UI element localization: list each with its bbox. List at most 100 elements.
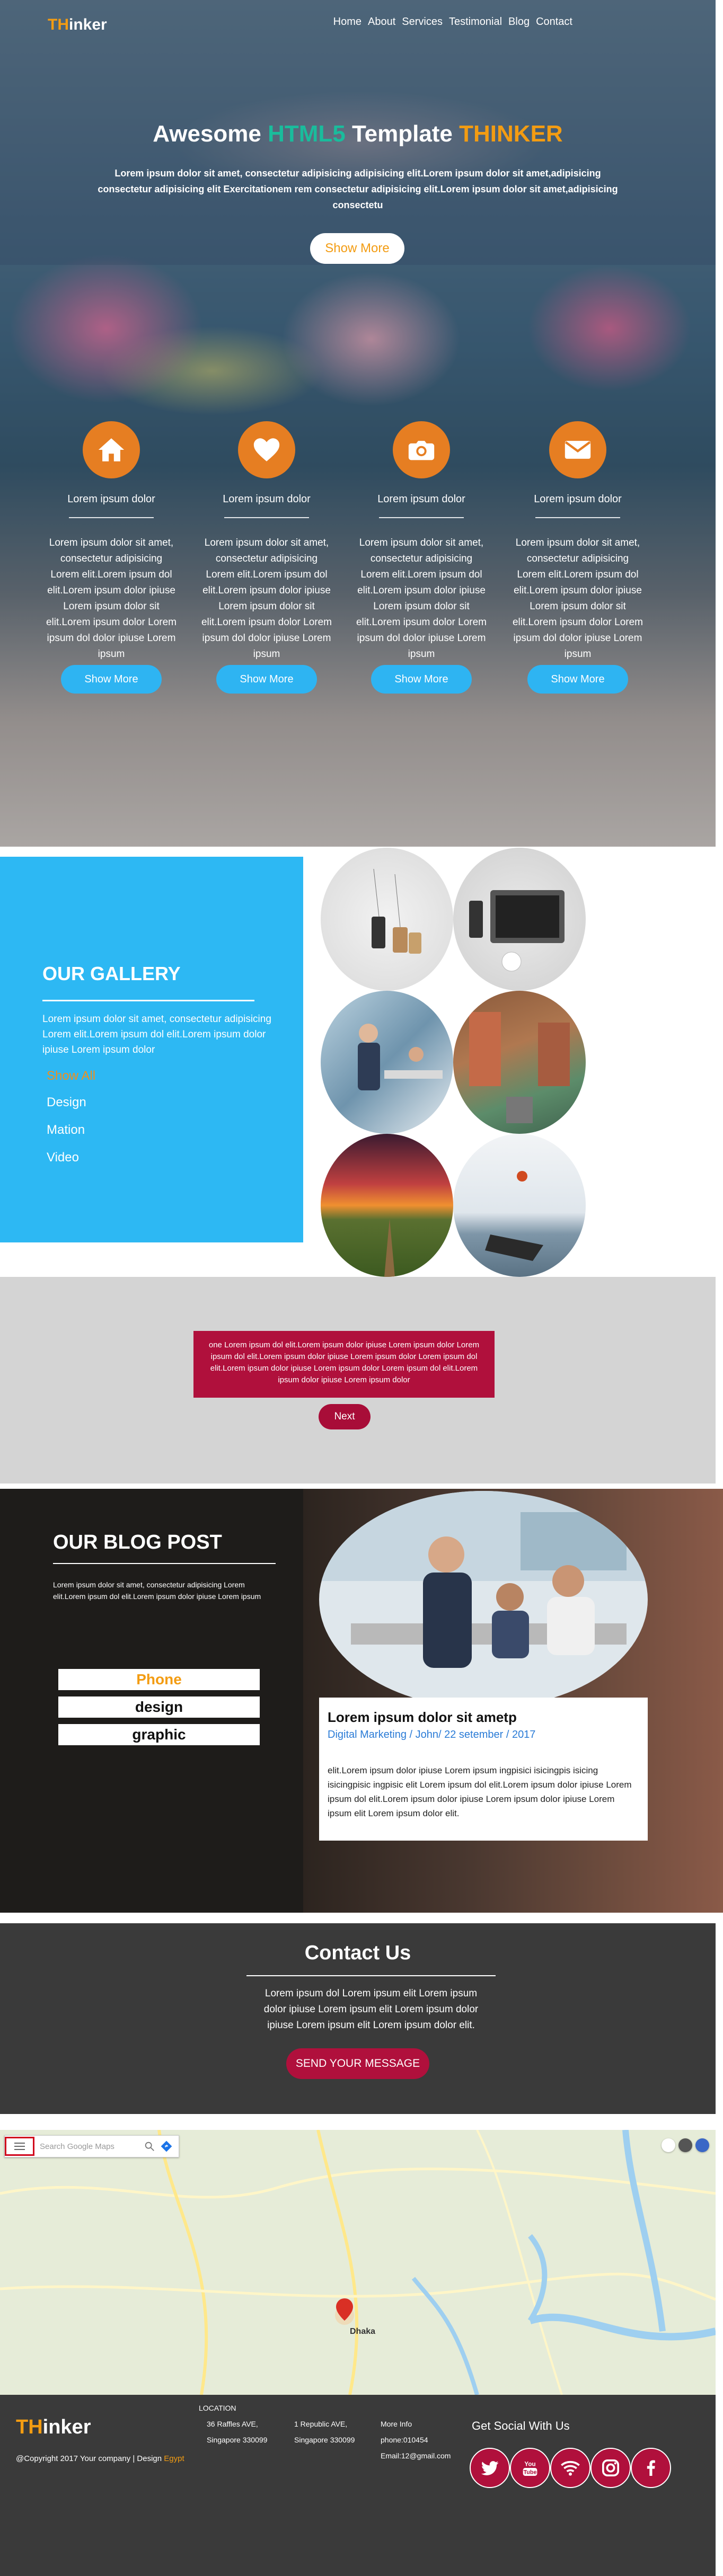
social-title: Get Social With Us xyxy=(472,2419,570,2432)
testimonial-quote: one Lorem ipsum dol elit.Lorem ipsum dol… xyxy=(193,1331,495,1398)
nav-contact[interactable]: Contact xyxy=(536,16,572,28)
feature-text: Lorem ipsum dolor sit amet, consectetur … xyxy=(201,537,332,660)
main-nav: Home About Services Testimonial Blog Con… xyxy=(333,16,572,28)
gallery-filter-design[interactable]: Design xyxy=(47,1095,86,1110)
camera-icon xyxy=(393,421,450,478)
nav-home[interactable]: Home xyxy=(333,16,362,28)
map-avatar[interactable] xyxy=(695,2138,709,2152)
map-apps-icon[interactable] xyxy=(662,2138,675,2152)
heart-icon xyxy=(238,421,295,478)
address-line: 1 Republic AVE, xyxy=(294,2420,348,2428)
blog-description: Lorem ipsum dolor sit amet, consectetur … xyxy=(53,1580,261,1601)
blog-post-card: Lorem ipsum dolor sit ametp Digital Mark… xyxy=(319,1698,648,1841)
blog-tag-graphic[interactable]: graphic xyxy=(58,1724,260,1745)
logo-accent: TH xyxy=(48,16,69,33)
map-canvas[interactable]: Dhaka xyxy=(0,2130,716,2395)
map-city-label: Dhaka xyxy=(350,2327,375,2336)
feature-text: Lorem ipsum dolor sit amet, consectetur … xyxy=(512,537,643,660)
gallery-filter-show-all[interactable]: Show All xyxy=(47,1069,95,1083)
map-menu-icon[interactable] xyxy=(5,2137,34,2156)
map-search-icon[interactable] xyxy=(144,2140,155,2152)
footer-logo-text: inker xyxy=(42,2416,91,2438)
gallery-section: OUR GALLERY Lorem ipsum dolor sit amet, … xyxy=(0,857,303,1242)
feature-card: Lorem ipsum dolor Lorem ipsum dolor sit … xyxy=(512,421,644,694)
more-info-label: More Info xyxy=(381,2420,412,2428)
blog-title: OUR BLOG POST xyxy=(53,1531,222,1553)
feature-show-more-button[interactable]: Show More xyxy=(216,665,317,694)
footer-copyright: @Copyright 2017 Your company | Design Eg… xyxy=(16,2454,184,2463)
feature-title: Lorem ipsum dolor xyxy=(223,493,311,505)
nav-about[interactable]: About xyxy=(368,16,395,28)
youtube-icon[interactable]: You Tube xyxy=(510,2448,550,2488)
gallery-image-laptop-sea[interactable] xyxy=(453,1134,586,1277)
blog-section: OUR BLOG POST Lorem ipsum dolor sit amet… xyxy=(0,1489,723,1913)
instagram-icon[interactable] xyxy=(590,2448,631,2488)
hero-title-html5: HTML5 xyxy=(268,121,346,147)
gallery-filter-mation[interactable]: Mation xyxy=(47,1123,85,1138)
feature-show-more-button[interactable]: Show More xyxy=(61,665,162,694)
gallery-image-laptop[interactable] xyxy=(453,848,586,991)
feature-card: Lorem ipsum dolor Lorem ipsum dolor sit … xyxy=(200,421,333,694)
blog-post-title[interactable]: Lorem ipsum dolor sit ametp xyxy=(328,1709,639,1726)
feature-card: Lorem ipsum dolor Lorem ipsum dolor sit … xyxy=(355,421,488,694)
footer-address-2: 1 Republic AVE, Singapore 330099 xyxy=(294,2416,355,2448)
footer-logo-accent: TH xyxy=(16,2416,43,2438)
gallery-image-street[interactable] xyxy=(453,991,586,1134)
logo[interactable]: THinker xyxy=(48,16,107,34)
gallery-title: OUR GALLERY xyxy=(42,963,181,984)
location-label: LOCATION xyxy=(199,2404,236,2412)
map-search-input[interactable]: Search Google Maps xyxy=(40,2142,144,2151)
copyright-text: @Copyright 2017 Your company | Design xyxy=(16,2454,164,2463)
feature-show-more-button[interactable]: Show More xyxy=(371,665,472,694)
map-directions-icon[interactable] xyxy=(161,2140,172,2152)
feature-text: Lorem ipsum dolor sit amet, consectetur … xyxy=(46,537,177,660)
copyright-link[interactable]: Egypt xyxy=(164,2454,184,2463)
contact-divider xyxy=(246,1975,496,1976)
svg-text:You: You xyxy=(524,2461,535,2468)
map-section[interactable]: Dhaka Search Google Maps xyxy=(0,2130,716,2395)
map-notification-icon[interactable] xyxy=(678,2138,692,2152)
blog-post-text: elit.Lorem ipsum dolor ipiuse Lorem ipsu… xyxy=(328,1765,632,1818)
hero-show-more-button[interactable]: Show More xyxy=(310,233,404,264)
nav-blog[interactable]: Blog xyxy=(508,16,530,28)
contact-description: Lorem ipsum dol Lorem ipsum elit Lorem i… xyxy=(263,1988,479,2031)
blog-post-image[interactable] xyxy=(319,1491,648,1708)
hero-description: Lorem ipsum dolor sit amet, consectetur … xyxy=(98,168,618,210)
footer-more-info: More Info phone:010454 Email:12@gmail.co… xyxy=(381,2416,451,2464)
hero-section: THinker Home About Services Testimonial … xyxy=(0,0,716,847)
send-message-button[interactable]: SEND YOUR MESSAGE xyxy=(286,2048,429,2079)
hero-title-pre: Awesome xyxy=(153,121,268,147)
gallery-filter-video[interactable]: Video xyxy=(47,1150,79,1165)
contact-section: Contact Us Lorem ipsum dol Lorem ipsum e… xyxy=(0,1923,716,2114)
address-line: Singapore 330099 xyxy=(207,2436,268,2444)
gallery-image-sunset[interactable] xyxy=(321,1134,453,1277)
nav-services[interactable]: Services xyxy=(402,16,443,28)
feature-divider xyxy=(224,517,309,518)
twitter-icon[interactable] xyxy=(470,2448,510,2488)
gallery-image-office[interactable] xyxy=(321,991,453,1134)
blog-tag-phone[interactable]: Phone xyxy=(58,1669,260,1690)
footer-logo[interactable]: THinker xyxy=(16,2416,91,2439)
feature-divider xyxy=(535,517,620,518)
feature-title: Lorem ipsum dolor xyxy=(377,493,465,505)
feature-show-more-button[interactable]: Show More xyxy=(527,665,628,694)
hero-title: Awesome HTML5 Template THINKER xyxy=(0,121,716,147)
blog-divider xyxy=(53,1563,276,1564)
wifi-icon[interactable] xyxy=(550,2448,590,2488)
next-button[interactable]: Next xyxy=(319,1404,371,1429)
feature-text: Lorem ipsum dolor sit amet, consectetur … xyxy=(356,537,487,660)
footer-address-1: 36 Raffles AVE, Singapore 330099 xyxy=(207,2416,267,2448)
footer-email[interactable]: Email:12@gmail.com xyxy=(381,2448,451,2464)
gallery-description: Lorem ipsum dolor sit amet, consectetur … xyxy=(42,1014,271,1055)
home-icon xyxy=(83,421,140,478)
blog-tag-design[interactable]: design xyxy=(58,1696,260,1718)
map-search-bar[interactable]: Search Google Maps xyxy=(4,2135,179,2157)
gallery-image-tags[interactable] xyxy=(321,848,453,991)
feature-title: Lorem ipsum dolor xyxy=(534,493,622,505)
facebook-icon[interactable] xyxy=(631,2448,671,2488)
feature-card: Lorem ipsum dolor Lorem ipsum dolor sit … xyxy=(45,421,178,694)
blog-post-meta[interactable]: Digital Marketing / John/ 22 setember / … xyxy=(328,1729,639,1741)
logo-text: inker xyxy=(69,16,107,33)
nav-testimonial[interactable]: Testimonial xyxy=(449,16,502,28)
feature-divider xyxy=(69,517,154,518)
